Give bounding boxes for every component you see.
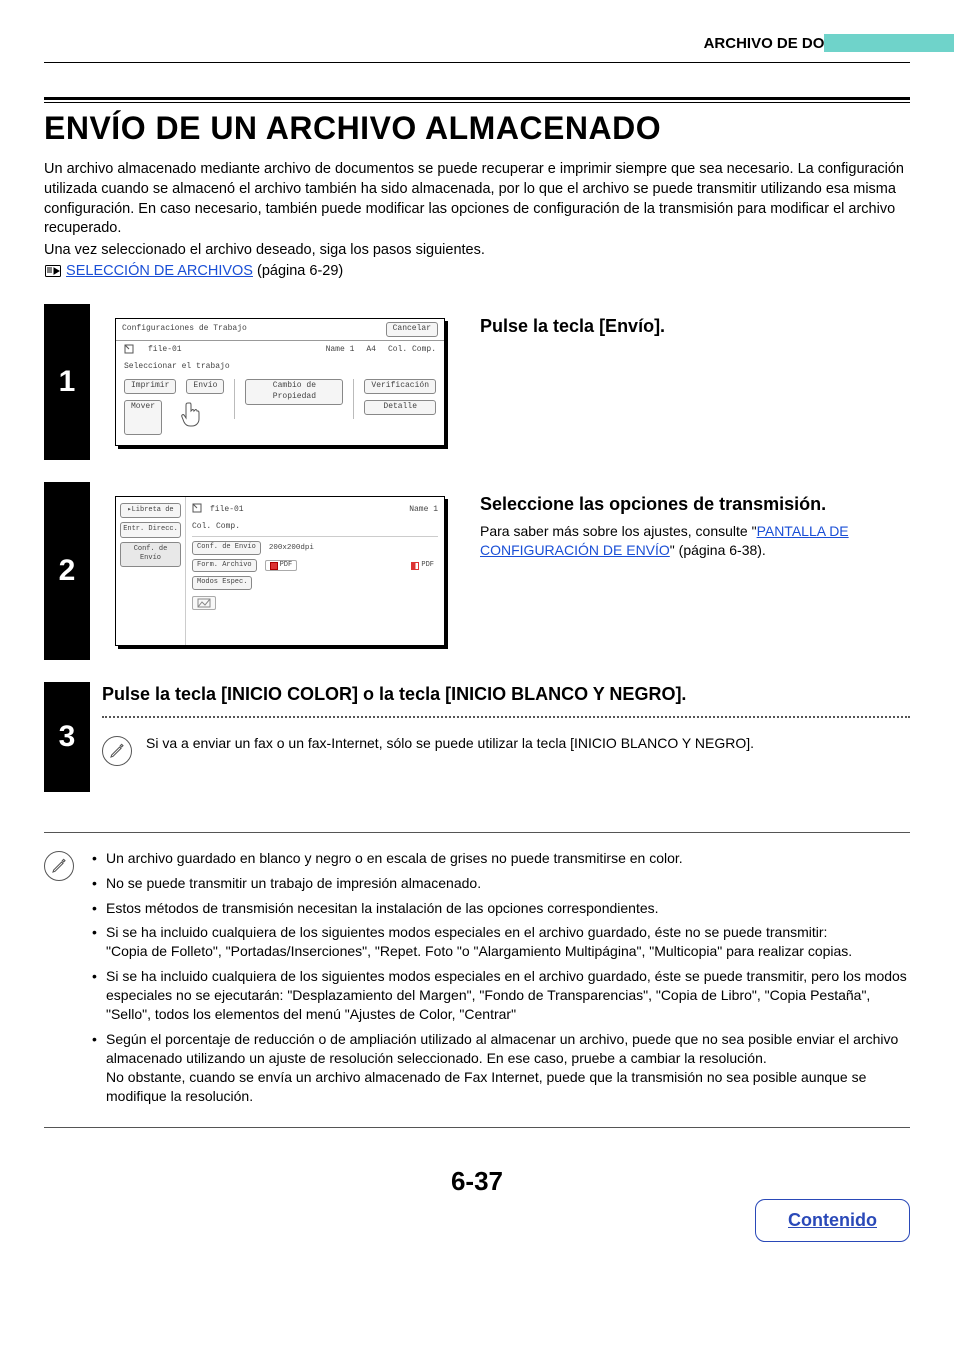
section-tab — [824, 34, 954, 52]
step-2-heading: Seleccione las opciones de transmisión. — [480, 492, 904, 516]
hand-cursor-icon — [180, 400, 206, 435]
m1-file: file-01 — [148, 345, 182, 356]
step-2-number: 2 — [44, 482, 90, 660]
step-1-heading: Pulse la tecla [Envío]. — [480, 314, 904, 338]
toc-button[interactable]: Contenido — [755, 1199, 910, 1241]
m2-modos-button: Modos Espec. — [192, 576, 252, 589]
m1-title: Configuraciones de Trabajo — [122, 324, 247, 335]
note-6: Según el porcentaje de reducción o de am… — [92, 1030, 910, 1106]
step-3-hint: Si va a enviar un fax o un fax-Internet,… — [146, 734, 754, 753]
m1-send-button: Envío — [186, 379, 224, 394]
note-3: Estos métodos de transmisión necesitan l… — [92, 899, 910, 918]
m2-file: file-01 — [210, 505, 244, 516]
m1-sep2 — [353, 379, 354, 419]
intro-p2: Una vez seleccionado el archivo deseado,… — [44, 241, 910, 261]
step-3-number: 3 — [44, 682, 90, 792]
ref-tail: (página 6-29) — [253, 263, 343, 279]
note-2: No se puede transmitir un trabajo de imp… — [92, 874, 910, 893]
pencil-note-icon — [44, 851, 74, 881]
step-1: 1 Configuraciones de Trabajo Cancelar fi… — [44, 304, 910, 460]
step-3-heading: Pulse la tecla [INICIO COLOR] o la tecla… — [102, 682, 910, 706]
file-icon — [124, 344, 136, 358]
intro-p1: Un archivo almacenado mediante archivo d… — [44, 160, 910, 238]
rule — [44, 62, 910, 63]
step-3: 3 Pulse la tecla [INICIO COLOR] o la tec… — [44, 682, 910, 792]
m2-side-conf: Conf. de Envío — [120, 542, 181, 567]
notes-rule-bottom — [44, 1127, 910, 1128]
step-1-screenshot: Configuraciones de Trabajo Cancelar file… — [115, 318, 445, 446]
page-title: ENVÍO DE UN ARCHIVO ALMACENADO — [44, 107, 910, 150]
note-5: Si se ha incluido cualquiera de los sigu… — [92, 967, 910, 1024]
m1-cancel-button: Cancelar — [386, 322, 438, 337]
m1-size: A4 — [366, 345, 376, 356]
m2-conf-button: Conf. de Envío — [192, 541, 261, 554]
m2-form-button: Form. Archivo — [192, 559, 257, 572]
m2-mode: Col. Comp. — [192, 522, 240, 533]
m1-subtitle: Seleccionar el trabajo — [116, 360, 444, 375]
m2-pdf2: PDF — [407, 561, 438, 570]
notes-rule-top — [44, 832, 910, 833]
reference-icon — [44, 262, 62, 282]
step-2-text: Para saber más sobre los ajustes, consul… — [480, 522, 904, 560]
dotted-separator — [102, 716, 910, 718]
step-2: 2 ▸Libreta de Entr. Direcc. Conf. de Env… — [44, 482, 910, 660]
m1-mode: Col. Comp. — [388, 345, 436, 356]
title-rule-thin — [44, 102, 910, 103]
title-rule — [44, 97, 910, 100]
note-1: Un archivo guardado en blanco y negro o … — [92, 849, 910, 868]
page-number: 6-37 — [44, 1164, 910, 1199]
m2-pdf1: PDF — [265, 560, 298, 571]
m1-name: Name 1 — [326, 345, 355, 356]
m1-detail-button: Detalle — [364, 400, 436, 415]
note-4: Si se ha incluido cualquiera de los sigu… — [92, 923, 910, 961]
m2-side-entr: Entr. Direcc. — [120, 522, 181, 537]
section-header: ARCHIVO DE DOCUMENTOS — [44, 34, 910, 54]
m1-prop-button: Cambio de Propiedad — [245, 379, 343, 405]
preview-icon — [192, 596, 216, 610]
m1-verify-button: Verificación — [364, 379, 436, 394]
intro-ref: SELECCIÓN DE ARCHIVOS (página 6-29) — [44, 262, 910, 282]
pencil-note-icon — [102, 736, 132, 766]
m1-sep — [234, 379, 235, 419]
m2-dpi: 200x200dpi — [269, 543, 314, 553]
step-2-screenshot: ▸Libreta de Entr. Direcc. Conf. de Envío… — [115, 496, 445, 646]
notes-list: Un archivo guardado en blanco y negro o … — [92, 849, 910, 1112]
m2-name: Name 1 — [409, 505, 438, 516]
step-1-number: 1 — [44, 304, 90, 460]
m2-side-addr: ▸Libreta de — [120, 503, 181, 518]
file-icon — [192, 503, 202, 518]
ref-link[interactable]: SELECCIÓN DE ARCHIVOS — [66, 263, 253, 279]
m1-print-button: Imprimir — [124, 379, 176, 394]
m1-move-button: Mover — [124, 400, 162, 435]
